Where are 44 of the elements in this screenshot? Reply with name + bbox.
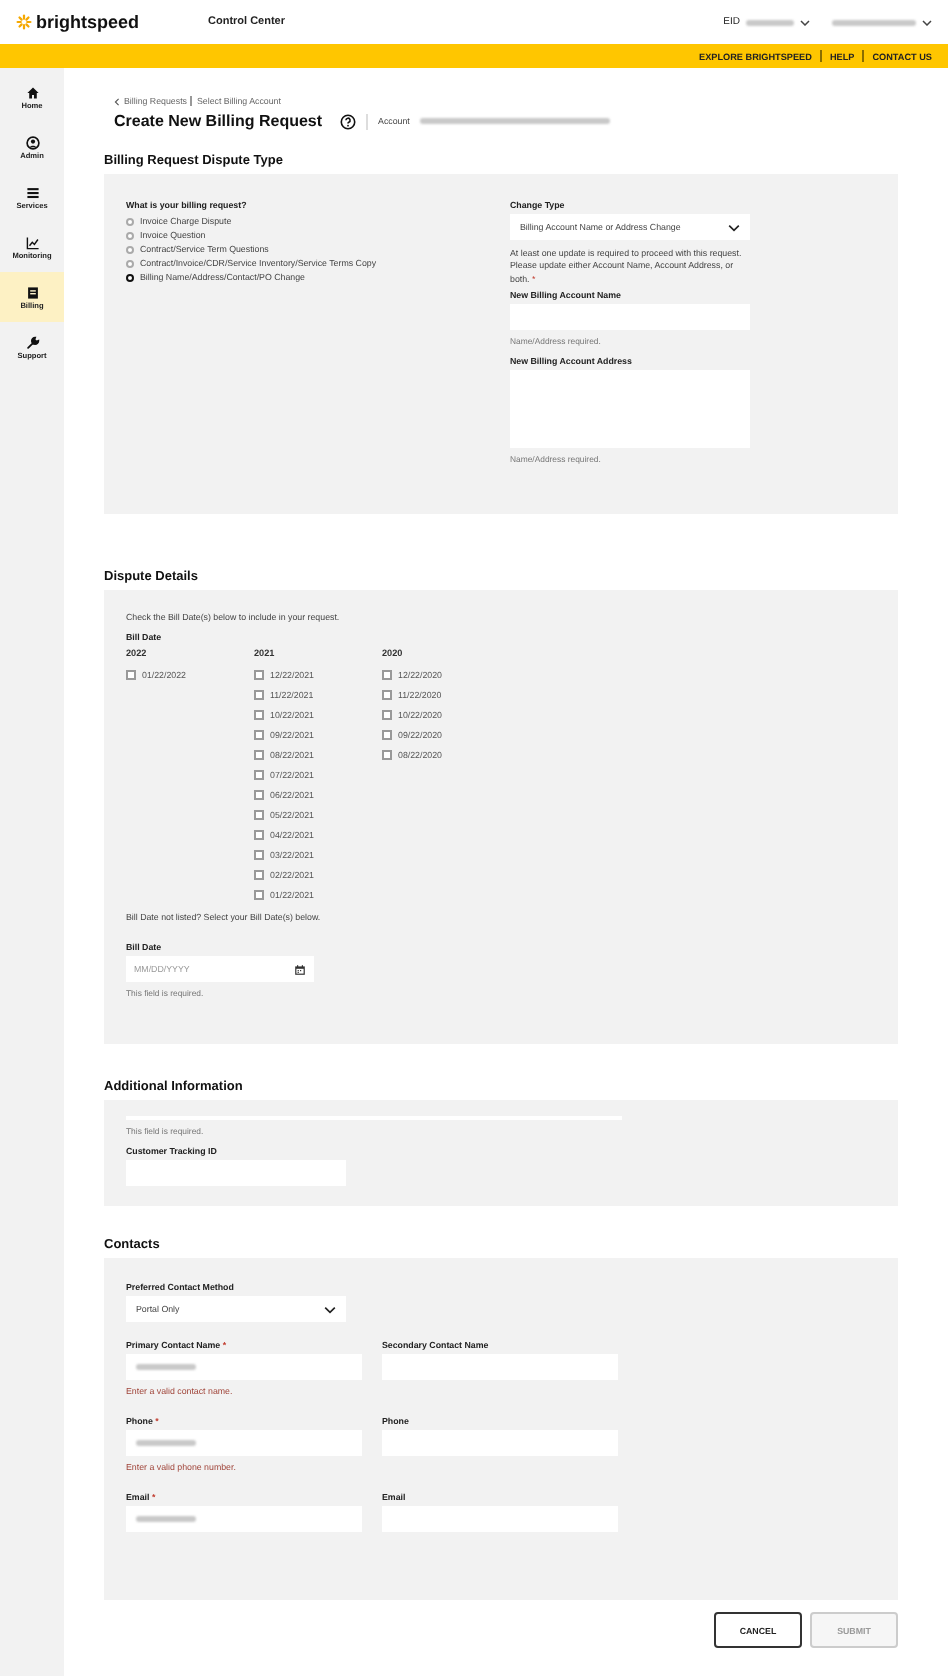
checkbox[interactable] [254, 709, 264, 719]
redacted-text [832, 19, 916, 25]
contact-input[interactable] [126, 1430, 362, 1456]
radio-button[interactable] [126, 217, 134, 225]
chevron-down-icon [728, 223, 740, 231]
checkbox[interactable] [254, 749, 264, 759]
chevron-down-icon[interactable] [922, 19, 932, 25]
radio-button[interactable] [126, 259, 134, 267]
line-chart-icon [25, 235, 39, 249]
wrench-icon [25, 335, 39, 349]
logo-wordmark[interactable]: brightspeed [36, 12, 140, 32]
checkbox[interactable] [254, 869, 264, 879]
checkbox[interactable] [126, 669, 136, 679]
checkbox[interactable] [254, 689, 264, 699]
home-icon [25, 85, 39, 99]
checkbox[interactable] [254, 769, 264, 779]
calendar-icon[interactable] [294, 963, 306, 975]
checkbox[interactable] [254, 669, 264, 679]
checkbox[interactable] [254, 889, 264, 899]
help-icon[interactable] [340, 113, 357, 129]
checkbox[interactable] [254, 849, 264, 859]
radio-button[interactable] [126, 231, 134, 239]
checkbox[interactable] [254, 789, 264, 799]
radio-button[interactable] [126, 273, 134, 281]
contact-input[interactable] [126, 1506, 362, 1532]
checkbox[interactable] [254, 829, 264, 839]
checkbox[interactable] [382, 669, 392, 679]
checkbox[interactable] [254, 809, 264, 819]
page-title: Create New Billing Request [114, 112, 323, 130]
radio-button[interactable] [126, 245, 134, 253]
redacted-text [746, 19, 794, 25]
user-circle-icon [25, 135, 39, 149]
checkbox[interactable] [382, 749, 392, 759]
chevron-left-icon[interactable] [114, 97, 120, 105]
document-icon [25, 285, 39, 299]
checkbox[interactable] [382, 709, 392, 719]
chevron-down-icon[interactable] [800, 19, 810, 25]
checkbox[interactable] [382, 729, 392, 739]
contact-input[interactable] [126, 1354, 362, 1380]
checkbox[interactable] [254, 729, 264, 739]
checkbox[interactable] [382, 689, 392, 699]
list-icon [25, 185, 39, 199]
sunburst-logo-icon [16, 14, 32, 30]
chevron-down-icon [324, 1305, 336, 1313]
